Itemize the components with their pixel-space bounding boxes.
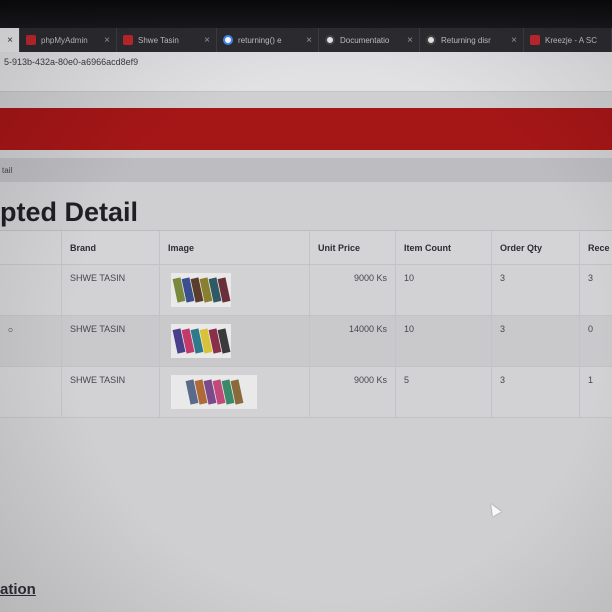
order-detail-table: Brand Image Unit Price Item Count Order … [0,230,612,418]
close-icon[interactable]: × [407,35,413,46]
product-image[interactable] [171,273,231,307]
row-cell [0,367,62,417]
received-cell: 1 [588,375,594,385]
order-qty-cell: 3 [492,316,580,366]
site-favicon-icon [123,35,133,45]
column-header-order-qty: Order Qty [492,231,580,264]
brand-cell: SHWE TASIN [62,367,160,417]
item-count-cell: 10 [396,316,492,366]
column-header-item-count: Item Count [396,231,492,264]
tab-label: Documentatio [340,35,390,45]
tab-current[interactable]: × [0,28,20,52]
brand-cell: SHWE TASIN [62,316,160,366]
table-header-row: Brand Image Unit Price Item Count Order … [0,231,612,265]
site-favicon-icon [530,35,540,45]
table-row: SHWE TASIN 9000 Ks 5 3 1 [0,367,612,418]
close-icon[interactable]: × [204,35,210,46]
url-text[interactable]: 5-913b-432a-80e0-a6966acd8ef9 [4,57,138,67]
image-cell [160,316,310,366]
tab-returning[interactable]: Returning disr × [420,28,524,52]
order-qty-cell: 3 [492,367,580,417]
mouse-cursor-icon [486,501,502,517]
unit-price-cell: 14000 Ks [310,316,396,366]
item-count-cell: 5 [396,367,492,417]
table-row: ဝ SHWE TASIN 14000 Ks 10 3 0 [0,316,612,367]
phpmyadmin-icon [26,35,36,45]
unit-price-cell: 9000 Ks [310,265,396,315]
order-qty-cell: 3 [492,265,580,315]
column-header [0,231,62,264]
tab-kreezje[interactable]: Kreezje - A SC [524,28,612,52]
github-icon [325,35,335,45]
row-cell: ဝ [0,316,62,366]
table-row: SHWE TASIN 9000 Ks 10 3 3 [0,265,612,316]
product-image[interactable] [171,324,231,358]
tab-label: Kreezje - A SC [545,35,598,45]
column-header-unit-price: Unit Price [310,231,396,264]
image-cell [160,367,310,417]
close-icon[interactable]: × [306,35,312,46]
tab-google-search[interactable]: returning() e × [217,28,319,52]
tab-documentation[interactable]: Documentatio × [319,28,420,52]
brand-cell: SHWE TASIN [62,265,160,315]
tab-phpmyadmin[interactable]: phpMyAdmin × [20,28,117,52]
monitor-bezel [0,0,612,30]
column-header-image: Image [160,231,310,264]
row-cell [0,265,62,315]
close-icon[interactable]: × [511,35,517,46]
google-icon [223,35,233,45]
tab-label: Returning disr [441,35,491,45]
received-cell: 0 [588,324,594,334]
site-header-bar [0,108,612,150]
close-icon[interactable]: × [104,35,110,46]
page-title: pted Detail [0,197,139,227]
breadcrumb: tail [0,158,612,182]
tab-shwe-tasin[interactable]: Shwe Tasin × [117,28,217,52]
unit-price-cell: 9000 Ks [310,367,396,417]
product-image[interactable] [171,375,257,409]
received-cell: 3 [588,273,594,283]
breadcrumb-current[interactable]: tail [2,166,12,175]
browser-tab-bar: × phpMyAdmin × Shwe Tasin × returning() … [0,28,612,52]
address-bar[interactable]: 5-913b-432a-80e0-a6966acd8ef9 [0,52,612,92]
image-cell [160,265,310,315]
tab-label: returning() e [238,35,282,45]
close-icon[interactable]: × [7,35,13,46]
item-count-cell: 10 [396,265,492,315]
github-icon [426,35,436,45]
tab-label: Shwe Tasin [138,35,179,45]
tab-label: phpMyAdmin [41,35,88,45]
column-header-brand: Brand [62,231,160,264]
section-title: ation [0,581,36,598]
column-header-received: Rece [588,242,610,253]
